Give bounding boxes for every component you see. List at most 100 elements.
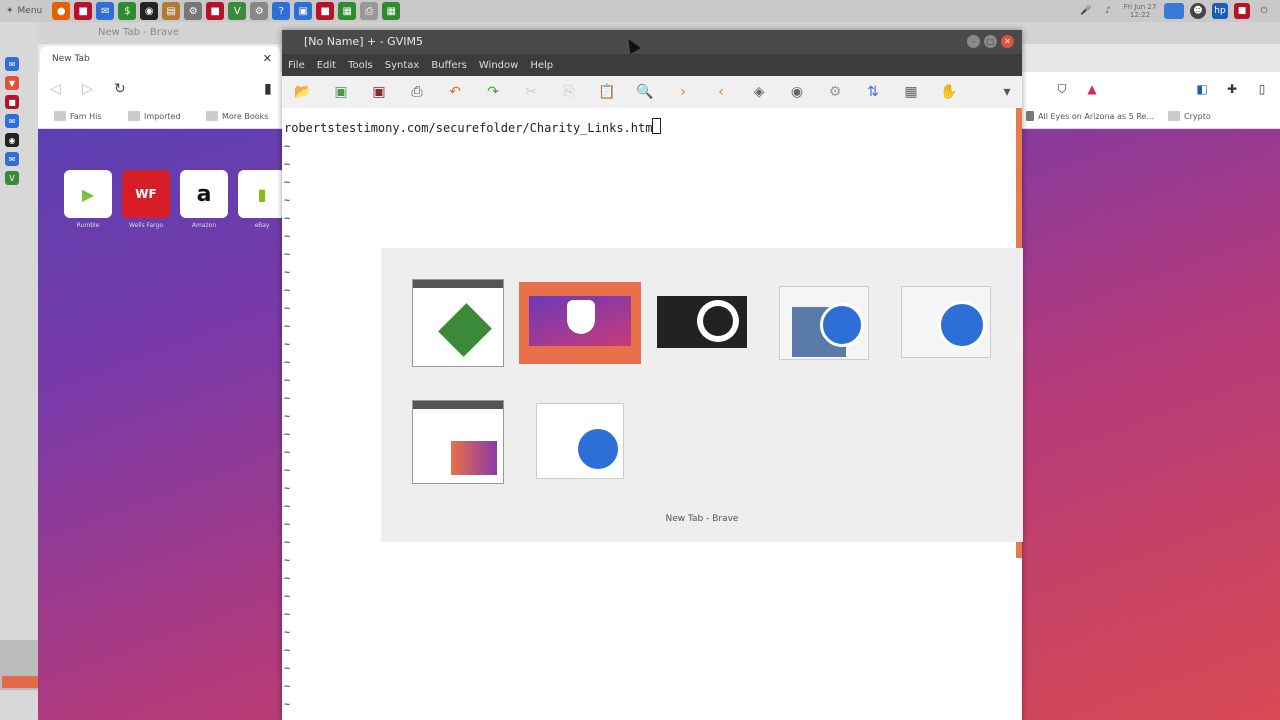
microphone-icon[interactable]: 🎤 (1078, 3, 1094, 19)
dock-thunderbird-icon[interactable]: ✉ (5, 57, 19, 71)
sidebar-icon[interactable]: ▯ (1254, 81, 1270, 97)
help-icon[interactable]: ? (272, 2, 291, 20)
dock-mail2-icon[interactable]: ✉ (5, 152, 19, 166)
thunderbird-icon[interactable]: ✉ (96, 2, 115, 20)
printer-icon[interactable]: ⎙ (360, 2, 379, 20)
switcher-item-thunderbird[interactable] (901, 286, 991, 358)
settings-icon[interactable]: ⚙ (184, 2, 203, 20)
top-site-tile[interactable]: ▶ Rumble (64, 170, 112, 229)
find-next-icon[interactable]: › (672, 82, 694, 102)
bookmark-icon[interactable]: ▮ (264, 81, 284, 97)
workspace-switcher[interactable] (0, 640, 38, 690)
run-script-icon[interactable]: ⚙ (824, 82, 846, 102)
bookmark-folder[interactable]: Crypto (1168, 111, 1211, 121)
forward-icon[interactable]: ▷ (82, 81, 102, 97)
user-avatar-icon[interactable]: ☻ (1190, 3, 1206, 19)
copy-icon[interactable]: ⎘ (558, 82, 580, 102)
switcher-item-thunderbird-match[interactable] (779, 286, 869, 360)
hp-icon[interactable]: hp (1212, 3, 1228, 19)
switcher-item-gvim[interactable] (412, 279, 504, 367)
dock-brave-icon[interactable]: ▼ (5, 76, 19, 90)
minimize-button[interactable]: – (967, 35, 980, 48)
help-icon[interactable]: ✋ (938, 82, 960, 102)
tilde-marker: ~ (284, 609, 291, 620)
switcher-item-brave[interactable] (519, 282, 641, 364)
top-site-tile[interactable]: a Amazon (180, 170, 228, 229)
close-tab-icon[interactable]: ✕ (263, 46, 272, 72)
paste-icon[interactable]: 📋 (596, 82, 618, 102)
menu-syntax[interactable]: Syntax (385, 60, 420, 71)
reload-icon[interactable]: ↻ (114, 81, 134, 97)
sheet-icon[interactable]: ▦ (338, 2, 357, 20)
tilde-marker: ~ (284, 357, 291, 368)
print-icon[interactable]: ⎙ (406, 82, 428, 102)
cut-icon[interactable]: ✂ (520, 82, 542, 102)
top-sites: ▶ Rumble WF Wells Fargo a Amazon ▮ eBay (64, 170, 286, 229)
load-session-icon[interactable]: ◈ (748, 82, 770, 102)
app3-icon[interactable]: ■ (316, 2, 335, 20)
calc-icon[interactable]: ▦ (382, 2, 401, 20)
vim-logo-icon (438, 303, 492, 357)
app2-icon[interactable]: ■ (206, 2, 225, 20)
brave-rewards-icon[interactable]: ▲ (1084, 81, 1100, 97)
switcher-item-obs[interactable] (657, 296, 747, 348)
tray-app-icon[interactable]: ■ (1234, 3, 1250, 19)
find-prev-icon[interactable]: ‹ (710, 82, 732, 102)
bookmark-link[interactable]: All Eyes on Arizona as 5 Re... (1026, 111, 1154, 121)
find-replace-icon[interactable]: 🔍 (634, 82, 656, 102)
docs-icon[interactable]: ▣ (294, 2, 313, 20)
clock[interactable]: Fri Jun 27 12:22 (1122, 3, 1158, 19)
volume-icon[interactable]: ♪ (1100, 3, 1116, 19)
toolbar-overflow-icon[interactable]: ▾ (996, 82, 1018, 102)
gvim-titlebar[interactable]: [No Name] + - GVIM5 – □ ✕ (282, 30, 1022, 54)
thunderbird-logo-icon (575, 426, 621, 472)
tilde-marker: ~ (284, 303, 291, 314)
menu-button[interactable]: ✦ Menu (0, 6, 50, 16)
obs-icon[interactable]: ◉ (140, 2, 159, 20)
bookmark-folder[interactable]: Imported (128, 111, 181, 121)
app-icon[interactable]: ■ (74, 2, 93, 20)
extensions-icon[interactable]: ✚ (1224, 81, 1240, 97)
power-icon[interactable]: ⏻ (1256, 3, 1272, 19)
menu-file[interactable]: File (288, 60, 305, 71)
save-icon[interactable]: ▣ (330, 82, 352, 102)
close-button[interactable]: ✕ (1001, 35, 1014, 48)
menu-window[interactable]: Window (479, 60, 518, 71)
gvim-launcher-icon[interactable]: V (228, 2, 247, 20)
bitwarden-icon[interactable]: ◧ (1194, 81, 1210, 97)
menu-tools[interactable]: Tools (348, 60, 373, 71)
firefox-icon[interactable]: ● (52, 2, 71, 20)
tilde-marker: ~ (284, 555, 291, 566)
dock-mail-icon[interactable]: ✉ (5, 114, 19, 128)
bookmark-folder[interactable]: More Books (206, 111, 268, 121)
buffer-line: robertstestimony.com/securefolder/Charit… (284, 118, 662, 135)
system-tray: 🎤 ♪ Fri Jun 27 12:22 ☻ hp ■ ⏻ (1078, 0, 1280, 22)
open-file-icon[interactable]: 📂 (292, 82, 314, 102)
top-site-tile[interactable]: WF Wells Fargo (122, 170, 170, 229)
dock-obs-icon[interactable]: ◉ (5, 133, 19, 147)
terminal-icon[interactable]: $ (118, 2, 137, 20)
tilde-marker: ~ (284, 663, 291, 674)
files-icon[interactable]: ▤ (162, 2, 181, 20)
menu-edit[interactable]: Edit (317, 60, 336, 71)
bookmark-folder[interactable]: Fam His (54, 111, 102, 121)
switcher-item-files[interactable] (412, 400, 504, 484)
gear-icon[interactable]: ⚙ (250, 2, 269, 20)
redo-icon[interactable]: ↷ (482, 82, 504, 102)
make-icon[interactable]: ⇅ (862, 82, 884, 102)
switcher-item-thunderbird-compose[interactable] (536, 403, 624, 479)
menu-help[interactable]: Help (530, 60, 553, 71)
save-all-icon[interactable]: ▣ (368, 82, 390, 102)
dock-app-icon[interactable]: ■ (5, 95, 19, 109)
tab-new-tab[interactable]: New Tab ✕ (40, 46, 280, 72)
undo-icon[interactable]: ↶ (444, 82, 466, 102)
menu-buffers[interactable]: Buffers (431, 60, 467, 71)
maximize-button[interactable]: □ (984, 35, 997, 48)
save-session-icon[interactable]: ◉ (786, 82, 808, 102)
dock-gvim-icon[interactable]: V (5, 171, 19, 185)
back-icon[interactable]: ◁ (50, 81, 70, 97)
brave-shield-icon[interactable]: ⛉ (1054, 81, 1070, 97)
network-icon[interactable] (1164, 3, 1184, 19)
tags-icon[interactable]: ▦ (900, 82, 922, 102)
top-site-tile[interactable]: ▮ eBay (238, 170, 286, 229)
